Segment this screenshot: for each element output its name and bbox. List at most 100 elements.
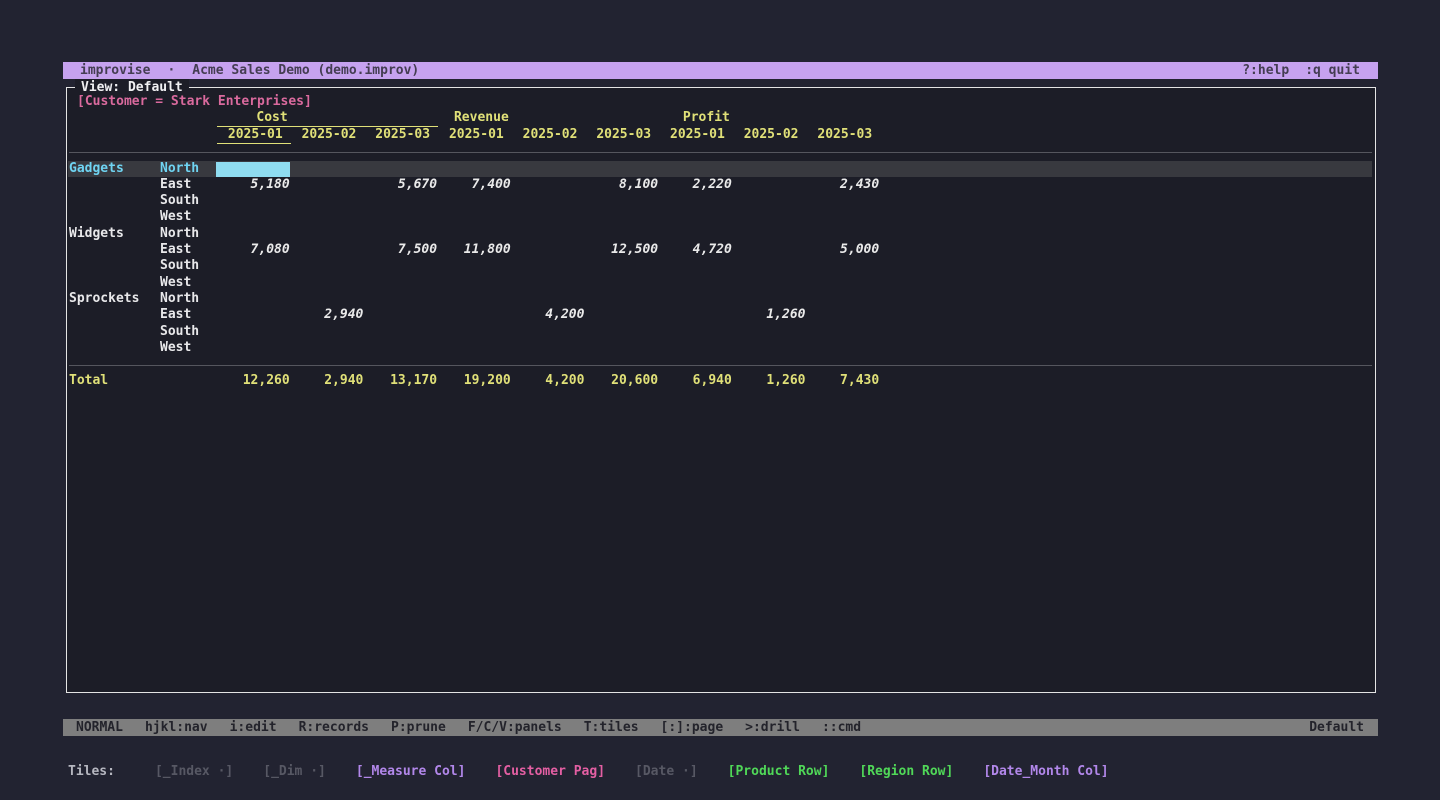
cell-0-1[interactable] bbox=[290, 161, 364, 177]
table-row-0[interactable]: GadgetsNorth bbox=[68, 161, 1372, 177]
cell-1-4[interactable] bbox=[511, 177, 585, 193]
cell-11-4[interactable] bbox=[511, 340, 585, 356]
cell-5-7[interactable] bbox=[732, 242, 806, 258]
cell-2-8[interactable] bbox=[806, 193, 880, 209]
cell-5-4[interactable] bbox=[511, 242, 585, 258]
cell-9-3[interactable] bbox=[437, 307, 511, 323]
table-row-11[interactable]: West bbox=[68, 340, 1376, 356]
cell-11-0[interactable] bbox=[216, 340, 290, 356]
cell-8-3[interactable] bbox=[437, 291, 511, 307]
cell-7-2[interactable] bbox=[363, 275, 437, 291]
cell-3-1[interactable] bbox=[290, 209, 364, 225]
cell-0-0[interactable] bbox=[216, 161, 290, 177]
cell-11-3[interactable] bbox=[437, 340, 511, 356]
cell-4-1[interactable] bbox=[290, 226, 364, 242]
table-row-5[interactable]: East7,0807,50011,80012,5004,7205,000 bbox=[68, 242, 1376, 258]
cell-5-6[interactable]: 4,720 bbox=[658, 242, 732, 258]
cell-6-1[interactable] bbox=[290, 258, 364, 274]
cell-4-8[interactable] bbox=[806, 226, 880, 242]
cell-9-1[interactable]: 2,940 bbox=[290, 307, 364, 323]
cell-5-1[interactable] bbox=[290, 242, 364, 258]
cell-5-5[interactable]: 12,500 bbox=[584, 242, 658, 258]
cell-10-1[interactable] bbox=[290, 324, 364, 340]
tile-index[interactable]: [_Index ·] bbox=[155, 763, 233, 780]
cell-4-3[interactable] bbox=[437, 226, 511, 242]
column-header-5[interactable]: 2025-03 bbox=[585, 127, 659, 144]
cell-1-8[interactable]: 2,430 bbox=[806, 177, 880, 193]
cell-7-3[interactable] bbox=[437, 275, 511, 291]
cell-2-3[interactable] bbox=[437, 193, 511, 209]
help-hint[interactable]: ?:help bbox=[1242, 63, 1289, 78]
cell-7-5[interactable] bbox=[584, 275, 658, 291]
cell-8-2[interactable] bbox=[363, 291, 437, 307]
cell-0-6[interactable] bbox=[658, 161, 732, 177]
cell-6-4[interactable] bbox=[511, 258, 585, 274]
cell-6-2[interactable] bbox=[363, 258, 437, 274]
cell-10-7[interactable] bbox=[732, 324, 806, 340]
cell-10-3[interactable] bbox=[437, 324, 511, 340]
cell-6-8[interactable] bbox=[806, 258, 880, 274]
column-header-1[interactable]: 2025-02 bbox=[291, 127, 365, 144]
tile-region-row[interactable]: [Region Row] bbox=[859, 763, 953, 780]
cell-6-5[interactable] bbox=[584, 258, 658, 274]
measure-group-profit[interactable]: Profit bbox=[659, 110, 880, 127]
cell-4-6[interactable] bbox=[658, 226, 732, 242]
cell-3-5[interactable] bbox=[584, 209, 658, 225]
cell-11-1[interactable] bbox=[290, 340, 364, 356]
cell-10-5[interactable] bbox=[584, 324, 658, 340]
cell-2-2[interactable] bbox=[363, 193, 437, 209]
cell-3-0[interactable] bbox=[216, 209, 290, 225]
column-header-6[interactable]: 2025-01 bbox=[659, 127, 733, 144]
cell-7-7[interactable] bbox=[732, 275, 806, 291]
cell-3-6[interactable] bbox=[658, 209, 732, 225]
column-header-3[interactable]: 2025-01 bbox=[438, 127, 512, 144]
cell-2-5[interactable] bbox=[584, 193, 658, 209]
cell-7-0[interactable] bbox=[216, 275, 290, 291]
cell-8-6[interactable] bbox=[658, 291, 732, 307]
tile-measure-col[interactable]: [_Measure Col] bbox=[356, 763, 466, 780]
column-header-8[interactable]: 2025-03 bbox=[807, 127, 881, 144]
cell-11-2[interactable] bbox=[363, 340, 437, 356]
table-row-4[interactable]: WidgetsNorth bbox=[68, 226, 1376, 242]
tile-dim[interactable]: [_Dim ·] bbox=[263, 763, 326, 780]
cell-2-1[interactable] bbox=[290, 193, 364, 209]
cell-2-0[interactable] bbox=[216, 193, 290, 209]
cell-0-5[interactable] bbox=[584, 161, 658, 177]
cell-7-1[interactable] bbox=[290, 275, 364, 291]
cell-8-8[interactable] bbox=[806, 291, 880, 307]
cell-6-7[interactable] bbox=[732, 258, 806, 274]
cell-1-6[interactable]: 2,220 bbox=[658, 177, 732, 193]
cell-2-6[interactable] bbox=[658, 193, 732, 209]
cell-1-5[interactable]: 8,100 bbox=[584, 177, 658, 193]
cell-5-2[interactable]: 7,500 bbox=[363, 242, 437, 258]
table-row-2[interactable]: South bbox=[68, 193, 1376, 209]
cell-5-3[interactable]: 11,800 bbox=[437, 242, 511, 258]
cell-8-7[interactable] bbox=[732, 291, 806, 307]
cell-8-1[interactable] bbox=[290, 291, 364, 307]
cell-9-2[interactable] bbox=[363, 307, 437, 323]
cell-11-8[interactable] bbox=[806, 340, 880, 356]
cell-10-2[interactable] bbox=[363, 324, 437, 340]
cell-0-2[interactable] bbox=[363, 161, 437, 177]
cell-9-7[interactable]: 1,260 bbox=[732, 307, 806, 323]
cell-4-4[interactable] bbox=[511, 226, 585, 242]
cell-8-4[interactable] bbox=[511, 291, 585, 307]
cell-2-7[interactable] bbox=[732, 193, 806, 209]
cell-3-3[interactable] bbox=[437, 209, 511, 225]
cell-0-7[interactable] bbox=[732, 161, 806, 177]
cell-7-6[interactable] bbox=[658, 275, 732, 291]
measure-group-cost[interactable]: Cost bbox=[217, 110, 438, 127]
table-row-3[interactable]: West bbox=[68, 209, 1376, 225]
cell-7-4[interactable] bbox=[511, 275, 585, 291]
cell-9-6[interactable] bbox=[658, 307, 732, 323]
cell-3-4[interactable] bbox=[511, 209, 585, 225]
cell-0-3[interactable] bbox=[437, 161, 511, 177]
cell-3-7[interactable] bbox=[732, 209, 806, 225]
cell-9-0[interactable] bbox=[216, 307, 290, 323]
cell-9-8[interactable] bbox=[806, 307, 880, 323]
table-row-1[interactable]: East5,1805,6707,4008,1002,2202,430 bbox=[68, 177, 1376, 193]
table-row-6[interactable]: South bbox=[68, 258, 1376, 274]
column-header-0[interactable]: 2025-01 bbox=[217, 127, 291, 144]
cell-9-5[interactable] bbox=[584, 307, 658, 323]
cell-6-3[interactable] bbox=[437, 258, 511, 274]
